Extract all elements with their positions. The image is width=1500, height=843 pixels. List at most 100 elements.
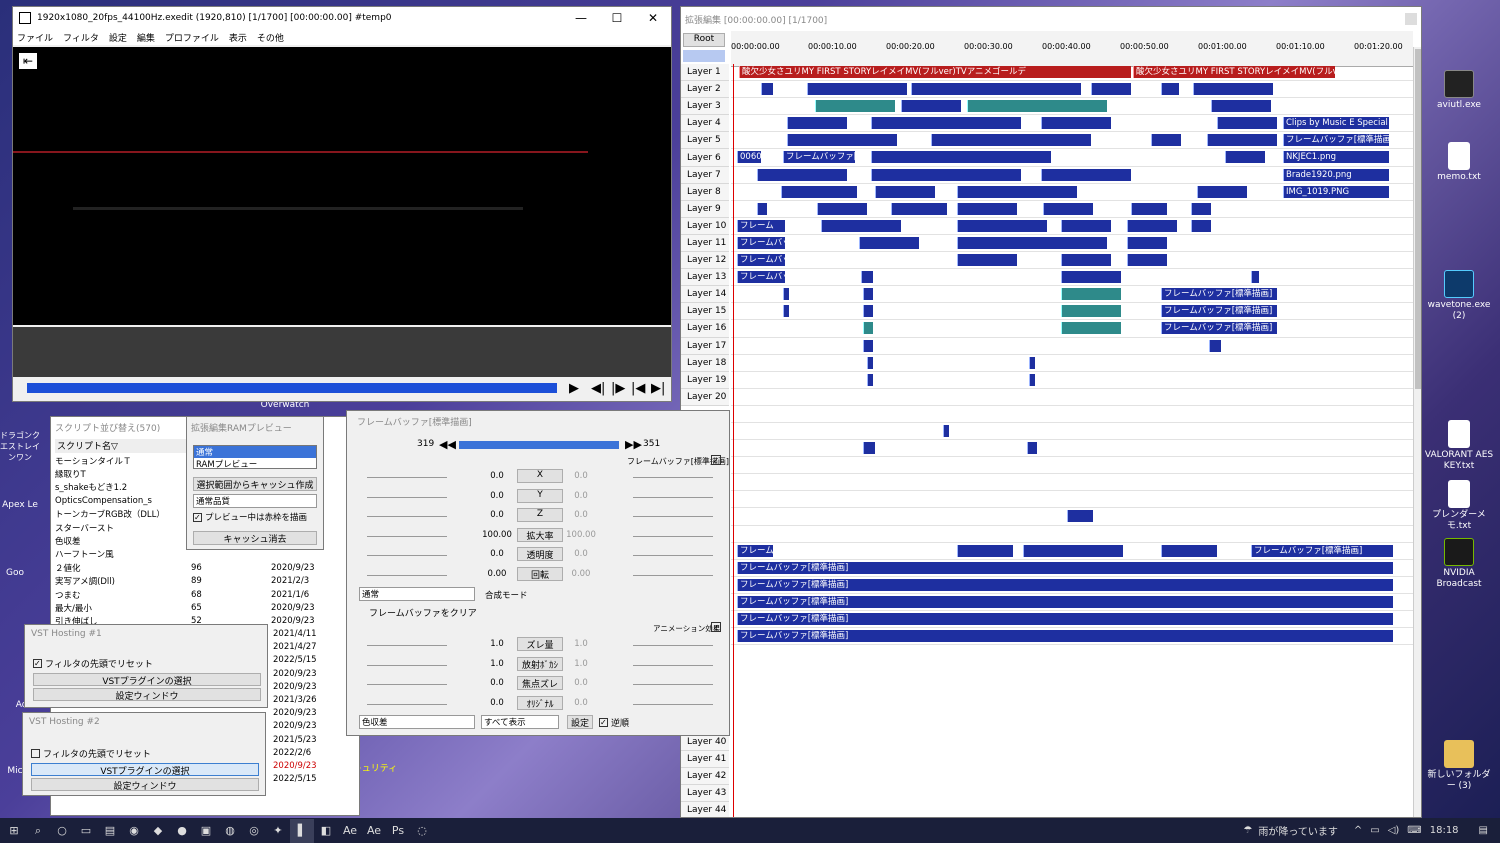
- timeline-tracks[interactable]: 酸欠少女さユリMY FIRST STORYレイメイMV(フルver)TVアニメゴ…: [731, 64, 1413, 817]
- timeline-clip[interactable]: [1041, 117, 1111, 130]
- brave-icon[interactable]: ◆: [146, 819, 170, 843]
- slider-track[interactable]: [633, 555, 713, 556]
- layer-track[interactable]: [731, 406, 1413, 423]
- layer-track[interactable]: フレームバッファ[標準描画]: [731, 303, 1413, 321]
- vst1-select-button[interactable]: VSTプラグインの選択: [33, 673, 261, 687]
- timeline-clip[interactable]: フレームバッファ[標準描画]: [737, 578, 1393, 591]
- timeline-clip[interactable]: [867, 356, 873, 369]
- timeline-clip[interactable]: [781, 185, 857, 198]
- timeline-clip[interactable]: [863, 339, 873, 352]
- maximize-button[interactable]: ☐: [599, 11, 635, 25]
- obs-icon[interactable]: ●: [170, 819, 194, 843]
- layer-track[interactable]: フレームバッファ[標準描画]: [731, 286, 1413, 304]
- layer-header[interactable]: Layer 12: [681, 252, 729, 270]
- slider-track[interactable]: [367, 703, 447, 705]
- checkbox-checked-icon[interactable]: ✓: [711, 622, 721, 632]
- timeline-clip[interactable]: [1211, 100, 1271, 113]
- go-end-icon[interactable]: ▶|: [651, 381, 665, 396]
- timeline-clip[interactable]: フレームバッファ[標準描画]: [1283, 134, 1389, 147]
- timeline-clip[interactable]: [957, 236, 1107, 249]
- timeline-clip[interactable]: [1091, 83, 1131, 96]
- layer-track[interactable]: [731, 201, 1413, 218]
- menu-profile[interactable]: プロファイル: [165, 31, 219, 44]
- seek-bar[interactable]: [27, 383, 557, 393]
- timeline-clip[interactable]: [863, 322, 873, 335]
- volume-icon[interactable]: ◁): [1388, 825, 1400, 836]
- desktop-icon-dq[interactable]: ドラゴンクエストレインワン: [0, 430, 40, 463]
- list-item[interactable]: つまむ 68 2021/1/6: [51, 588, 351, 601]
- timeline-clip[interactable]: [1131, 202, 1167, 215]
- slider-track[interactable]: [633, 574, 713, 576]
- timeline-clip[interactable]: [1061, 305, 1121, 318]
- weather-text[interactable]: 雨が降っています: [1258, 823, 1338, 838]
- timeline-clip[interactable]: [1061, 219, 1111, 232]
- layer-header[interactable]: Layer 42: [681, 768, 729, 786]
- layer-track[interactable]: [731, 389, 1413, 406]
- layer-header[interactable]: Layer 7: [681, 166, 729, 184]
- timeline-clip[interactable]: [1061, 322, 1121, 335]
- slider-track[interactable]: [367, 574, 447, 576]
- layer-header[interactable]: Layer 18: [681, 354, 729, 372]
- timeline-clip[interactable]: [1161, 83, 1179, 96]
- timeline-clip[interactable]: フレームバッファ: [737, 236, 785, 249]
- timeline-clip[interactable]: [875, 185, 935, 198]
- timeline-clip[interactable]: [863, 288, 873, 301]
- timeline-clip[interactable]: NKJEC1.png: [1283, 151, 1389, 164]
- timeline-clip[interactable]: [943, 424, 949, 437]
- back-arrow-icon[interactable]: ⇤: [19, 53, 37, 69]
- timeline-clip[interactable]: [1197, 185, 1247, 198]
- timeline-clip[interactable]: [1061, 254, 1111, 267]
- vst1-settings-button[interactable]: 設定ウィンドウ: [33, 688, 261, 702]
- menu-edit[interactable]: 編集: [137, 31, 155, 44]
- layer-header[interactable]: Layer 40: [681, 734, 729, 752]
- aviutl-taskbar-icon[interactable]: ▌: [290, 818, 314, 843]
- menu-settings[interactable]: 設定: [109, 31, 127, 44]
- layer-header[interactable]: Layer 13: [681, 269, 729, 287]
- menu-filter[interactable]: フィルタ: [63, 31, 99, 44]
- vst2-select-button[interactable]: VSTプラグインの選択: [31, 763, 259, 777]
- show-all-select[interactable]: すべて表示: [481, 715, 559, 729]
- layer-header[interactable]: Layer 20: [681, 388, 729, 406]
- desktop-icon-memo[interactable]: memo.txt: [1424, 142, 1494, 183]
- mode-option-normal[interactable]: 通常: [194, 446, 316, 458]
- param-button-x[interactable]: X: [517, 469, 563, 483]
- desktop-icon-render-memo[interactable]: プレンダーメモ.txt: [1424, 480, 1494, 532]
- timeline-clip[interactable]: [757, 202, 767, 215]
- effect-settings-button[interactable]: 設定: [567, 715, 593, 729]
- desktop-icon-google[interactable]: Goo: [0, 568, 30, 579]
- timeline-clip[interactable]: [1251, 271, 1259, 284]
- desktop-icon-nvidia-broadcast[interactable]: NVIDIA Broadcast: [1424, 538, 1494, 590]
- mode-list[interactable]: 通常 RAMプレビュー: [193, 445, 317, 470]
- timeline-clip[interactable]: [1191, 219, 1211, 232]
- layer-track[interactable]: フレームバッファ[標準描画]: [731, 594, 1413, 611]
- layer-track[interactable]: フレームバッファ[標準描画]: [731, 320, 1413, 338]
- task-view-icon[interactable]: ▭: [74, 819, 98, 843]
- slider-track[interactable]: [633, 664, 713, 666]
- layer-header[interactable]: Layer 6: [681, 149, 729, 167]
- close-icon[interactable]: [1405, 13, 1417, 25]
- timeline-clip[interactable]: フレームバッファ[標準描画]: [1161, 305, 1277, 318]
- layer-header[interactable]: Layer 1: [681, 64, 729, 82]
- zoom-slider[interactable]: [683, 50, 725, 62]
- layer-track[interactable]: [731, 526, 1413, 543]
- desktop-icon-valorant-key[interactable]: VALORANT AES KEY.txt: [1424, 420, 1494, 472]
- photoshop-icon[interactable]: Ps: [386, 819, 410, 843]
- list-item[interactable]: 最大/最小 65 2020/9/23: [51, 601, 351, 614]
- timeline-clip[interactable]: [817, 202, 867, 215]
- timeline-clip[interactable]: [1043, 202, 1093, 215]
- layer-track[interactable]: フレームバッファ: [731, 235, 1413, 253]
- slider-track[interactable]: [633, 645, 713, 646]
- layer-header[interactable]: Layer 16: [681, 320, 729, 338]
- file-explorer-icon[interactable]: ▤: [98, 819, 122, 843]
- timeline-clip[interactable]: 酸欠少女さユリMY FIRST STORYレイメイMV(フルver): [1133, 66, 1335, 78]
- timeline-clip[interactable]: フレームバッファ[標準描画]: [737, 595, 1393, 608]
- list-item[interactable]: ２値化 96 2020/9/23: [51, 561, 351, 574]
- layer-header[interactable]: Layer 17: [681, 337, 729, 355]
- layer-track[interactable]: フレームバッファ: [731, 252, 1413, 270]
- timeline-clip[interactable]: [1217, 117, 1277, 130]
- layer-track[interactable]: 0060 フレームバッファ[標 NKJEC1.png: [731, 149, 1413, 167]
- timeline-clip[interactable]: [931, 134, 1091, 147]
- timeline-clip[interactable]: [871, 151, 1051, 164]
- app-icon[interactable]: ◍: [218, 819, 242, 843]
- quality-select[interactable]: 通常品質: [193, 494, 317, 508]
